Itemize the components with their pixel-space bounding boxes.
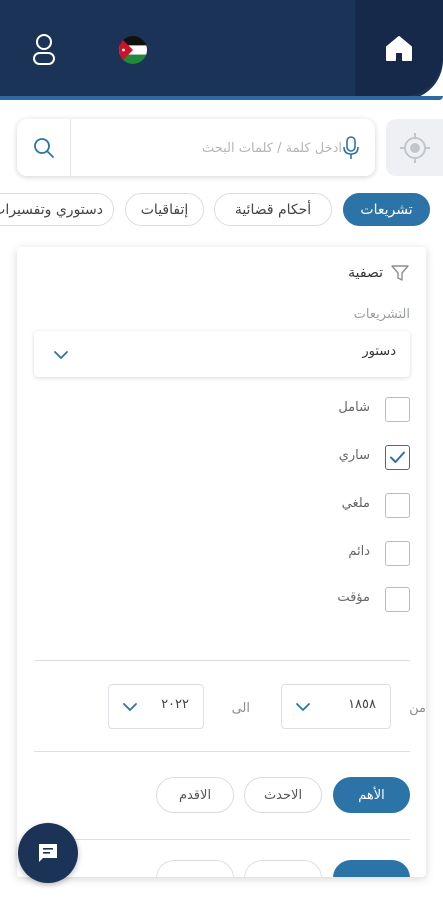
range-from-value: ١٨٥٨ bbox=[348, 697, 376, 712]
option-pill[interactable] bbox=[333, 860, 410, 877]
checkbox-label: دائم bbox=[348, 544, 370, 559]
status-option-all[interactable]: شامل bbox=[290, 397, 410, 425]
status-option-permanent[interactable]: دائم bbox=[290, 541, 410, 569]
range-to-label: الى bbox=[231, 701, 250, 716]
chevron-down-icon bbox=[54, 351, 68, 359]
checkbox-label: مؤقت bbox=[337, 590, 370, 605]
chevron-down-icon bbox=[123, 703, 137, 711]
range-from-label: من bbox=[409, 701, 426, 716]
checkbox[interactable] bbox=[385, 397, 410, 422]
option-pill[interactable] bbox=[244, 860, 322, 877]
filter-panel: تصفية التشريعات دستور شامل ساري ملغي دائ… bbox=[17, 247, 426, 877]
sort-most-important[interactable]: الأهم bbox=[333, 777, 410, 813]
voice-search-button[interactable] bbox=[341, 135, 361, 161]
divider bbox=[34, 839, 410, 840]
chevron-down-icon bbox=[296, 703, 310, 711]
microphone-icon bbox=[343, 136, 359, 159]
home-icon bbox=[386, 36, 412, 61]
status-option-temporary[interactable]: مؤقت bbox=[290, 587, 410, 615]
chat-icon bbox=[39, 844, 57, 862]
category-chip-constitutional[interactable]: دستوري وتفسيرات bbox=[0, 193, 114, 226]
search-bar bbox=[17, 119, 375, 176]
checkbox[interactable] bbox=[385, 541, 410, 566]
range-to-value: ٢٠٢٢ bbox=[161, 697, 189, 712]
category-chip-legislation[interactable]: تشريعات bbox=[343, 193, 430, 226]
jordan-flag-icon[interactable] bbox=[119, 36, 147, 64]
option-pill[interactable] bbox=[156, 860, 234, 877]
app-header bbox=[0, 0, 443, 100]
checkmark-icon bbox=[390, 451, 405, 463]
legislation-type-value: دستور bbox=[362, 344, 396, 359]
category-chip-judicial-rulings[interactable]: أحكام قضائية bbox=[214, 193, 332, 226]
sort-oldest[interactable]: الاقدم bbox=[156, 777, 234, 813]
checkbox-label: ملغي bbox=[341, 496, 370, 511]
chat-button[interactable] bbox=[18, 823, 78, 883]
location-button[interactable] bbox=[386, 119, 443, 176]
user-profile-button[interactable] bbox=[28, 30, 60, 70]
checkbox-label: شامل bbox=[338, 400, 370, 415]
user-icon bbox=[33, 34, 55, 65]
divider bbox=[34, 660, 410, 661]
legislation-type-label: التشريعات bbox=[353, 307, 410, 322]
filter-title: تصفية bbox=[348, 265, 383, 281]
checkbox[interactable] bbox=[385, 445, 410, 470]
range-to-select[interactable]: ٢٠٢٢ bbox=[108, 684, 204, 729]
search-button[interactable] bbox=[17, 119, 71, 176]
checkbox[interactable] bbox=[385, 493, 410, 518]
status-option-repealed[interactable]: ملغي bbox=[290, 493, 410, 521]
search-input[interactable] bbox=[77, 133, 342, 163]
crosshair-icon bbox=[399, 132, 430, 163]
filter-icon bbox=[391, 265, 409, 281]
status-option-in-force[interactable]: ساري bbox=[290, 445, 410, 473]
checkbox[interactable] bbox=[385, 587, 410, 612]
legislation-type-select[interactable]: دستور bbox=[34, 331, 410, 377]
checkbox-label: ساري bbox=[338, 448, 370, 463]
divider bbox=[34, 751, 410, 752]
home-button[interactable] bbox=[355, 0, 443, 96]
category-chip-agreements[interactable]: إتفاقيات bbox=[125, 193, 204, 226]
range-from-select[interactable]: ١٨٥٨ bbox=[281, 684, 391, 729]
sort-newest[interactable]: الاحدث bbox=[244, 777, 322, 813]
search-icon bbox=[33, 137, 54, 158]
